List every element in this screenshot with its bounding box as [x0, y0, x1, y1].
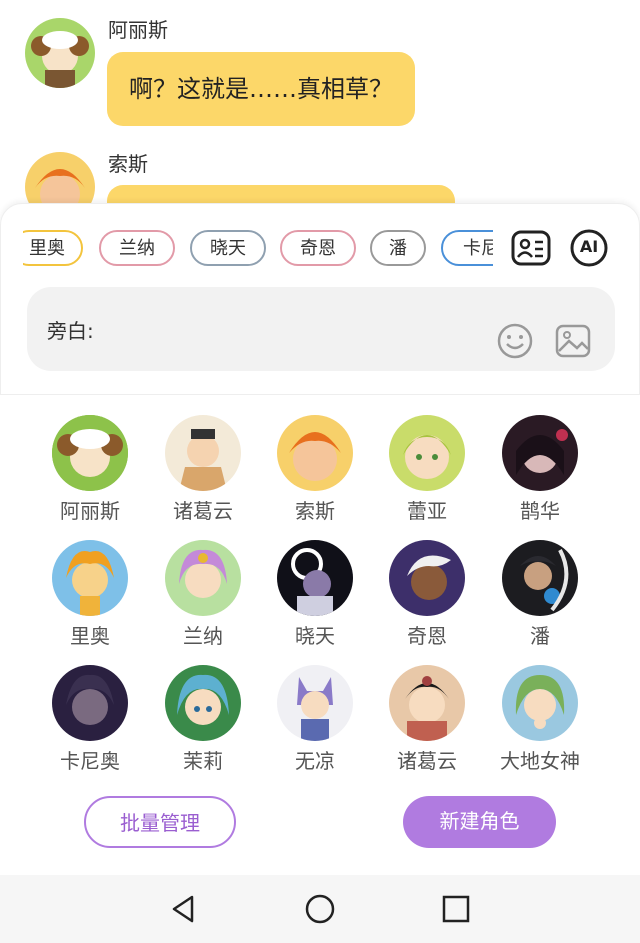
avatar: [52, 415, 128, 491]
avatar: [389, 540, 465, 616]
avatar: [502, 415, 578, 491]
character-item[interactable]: 兰纳: [148, 540, 258, 649]
character-name: 无凉: [295, 749, 335, 773]
character-name: 卡尼奥: [60, 749, 120, 773]
message-sender: 阿丽斯: [108, 18, 168, 42]
avatar: [277, 540, 353, 616]
avatar: [389, 415, 465, 491]
avatar: [165, 540, 241, 616]
message-bubble[interactable]: 啊？这就是……真相草？: [107, 52, 415, 126]
role-chip[interactable]: 里奥: [23, 230, 83, 266]
narration-label: 旁白:: [47, 319, 94, 343]
role-chip[interactable]: 奇恩: [280, 230, 356, 266]
input-panel: 里奥 兰纳 晓天 奇恩 潘 卡尼 AI 旁白:: [0, 203, 640, 395]
character-item[interactable]: 潘: [485, 540, 595, 649]
character-item[interactable]: 索斯: [260, 415, 370, 524]
home-icon[interactable]: [304, 893, 336, 925]
message-input[interactable]: 旁白:: [27, 287, 615, 371]
avatar: [502, 540, 578, 616]
character-name: 鹊华: [520, 499, 560, 523]
avatar[interactable]: [25, 152, 95, 205]
character-name: 晓天: [295, 624, 335, 648]
avatar: [277, 415, 353, 491]
emoji-icon[interactable]: [497, 323, 533, 359]
character-item[interactable]: 蕾亚: [372, 415, 482, 524]
avatar: [502, 665, 578, 741]
character-name: 索斯: [295, 499, 335, 523]
avatar[interactable]: [25, 18, 95, 88]
avatar: [52, 665, 128, 741]
system-nav-bar: [0, 875, 640, 943]
character-name: 茉莉: [183, 749, 223, 773]
character-item[interactable]: 鹊华: [485, 415, 595, 524]
character-name: 诸葛云: [397, 749, 457, 773]
avatar: [52, 540, 128, 616]
role-chip[interactable]: 潘: [370, 230, 426, 266]
chat-area: 阿丽斯 啊？这就是……真相草？ 索斯: [0, 0, 640, 205]
avatar: [277, 665, 353, 741]
character-item[interactable]: 大地女神: [485, 665, 595, 774]
character-name: 潘: [530, 624, 550, 648]
recents-icon[interactable]: [440, 893, 472, 925]
character-name: 蕾亚: [407, 499, 447, 523]
role-chip[interactable]: 兰纳: [99, 230, 175, 266]
new-character-button[interactable]: 新建角色: [403, 796, 556, 848]
ai-icon[interactable]: AI: [569, 228, 609, 268]
character-item[interactable]: 晓天: [260, 540, 370, 649]
role-chip[interactable]: 卡尼: [441, 230, 493, 266]
avatar: [165, 415, 241, 491]
avatar: [165, 665, 241, 741]
character-name: 里奥: [70, 624, 110, 648]
character-name: 兰纳: [183, 624, 223, 648]
character-item[interactable]: 奇恩: [372, 540, 482, 649]
character-item[interactable]: 诸葛云: [148, 415, 258, 524]
character-name: 诸葛云: [173, 499, 233, 523]
character-item[interactable]: 茉莉: [148, 665, 258, 774]
character-item[interactable]: 无凉: [260, 665, 370, 774]
character-item[interactable]: 里奥: [35, 540, 145, 649]
ai-label: AI: [579, 237, 599, 256]
message-sender: 索斯: [108, 152, 148, 176]
back-icon[interactable]: [168, 893, 200, 925]
message-bubble[interactable]: [107, 185, 455, 205]
role-chip[interactable]: 晓天: [190, 230, 266, 266]
character-name: 阿丽斯: [60, 499, 120, 523]
character-item[interactable]: 阿丽斯: [35, 415, 145, 524]
role-chip-bar[interactable]: 里奥 兰纳 晓天 奇恩 潘 卡尼: [23, 230, 493, 274]
character-name: 奇恩: [407, 624, 447, 648]
avatar: [389, 665, 465, 741]
batch-manage-button[interactable]: 批量管理: [84, 796, 236, 848]
image-icon[interactable]: [555, 323, 591, 359]
character-name: 大地女神: [500, 749, 580, 773]
contact-card-icon[interactable]: [511, 228, 551, 268]
character-item[interactable]: 诸葛云: [372, 665, 482, 774]
character-item[interactable]: 卡尼奥: [35, 665, 145, 774]
